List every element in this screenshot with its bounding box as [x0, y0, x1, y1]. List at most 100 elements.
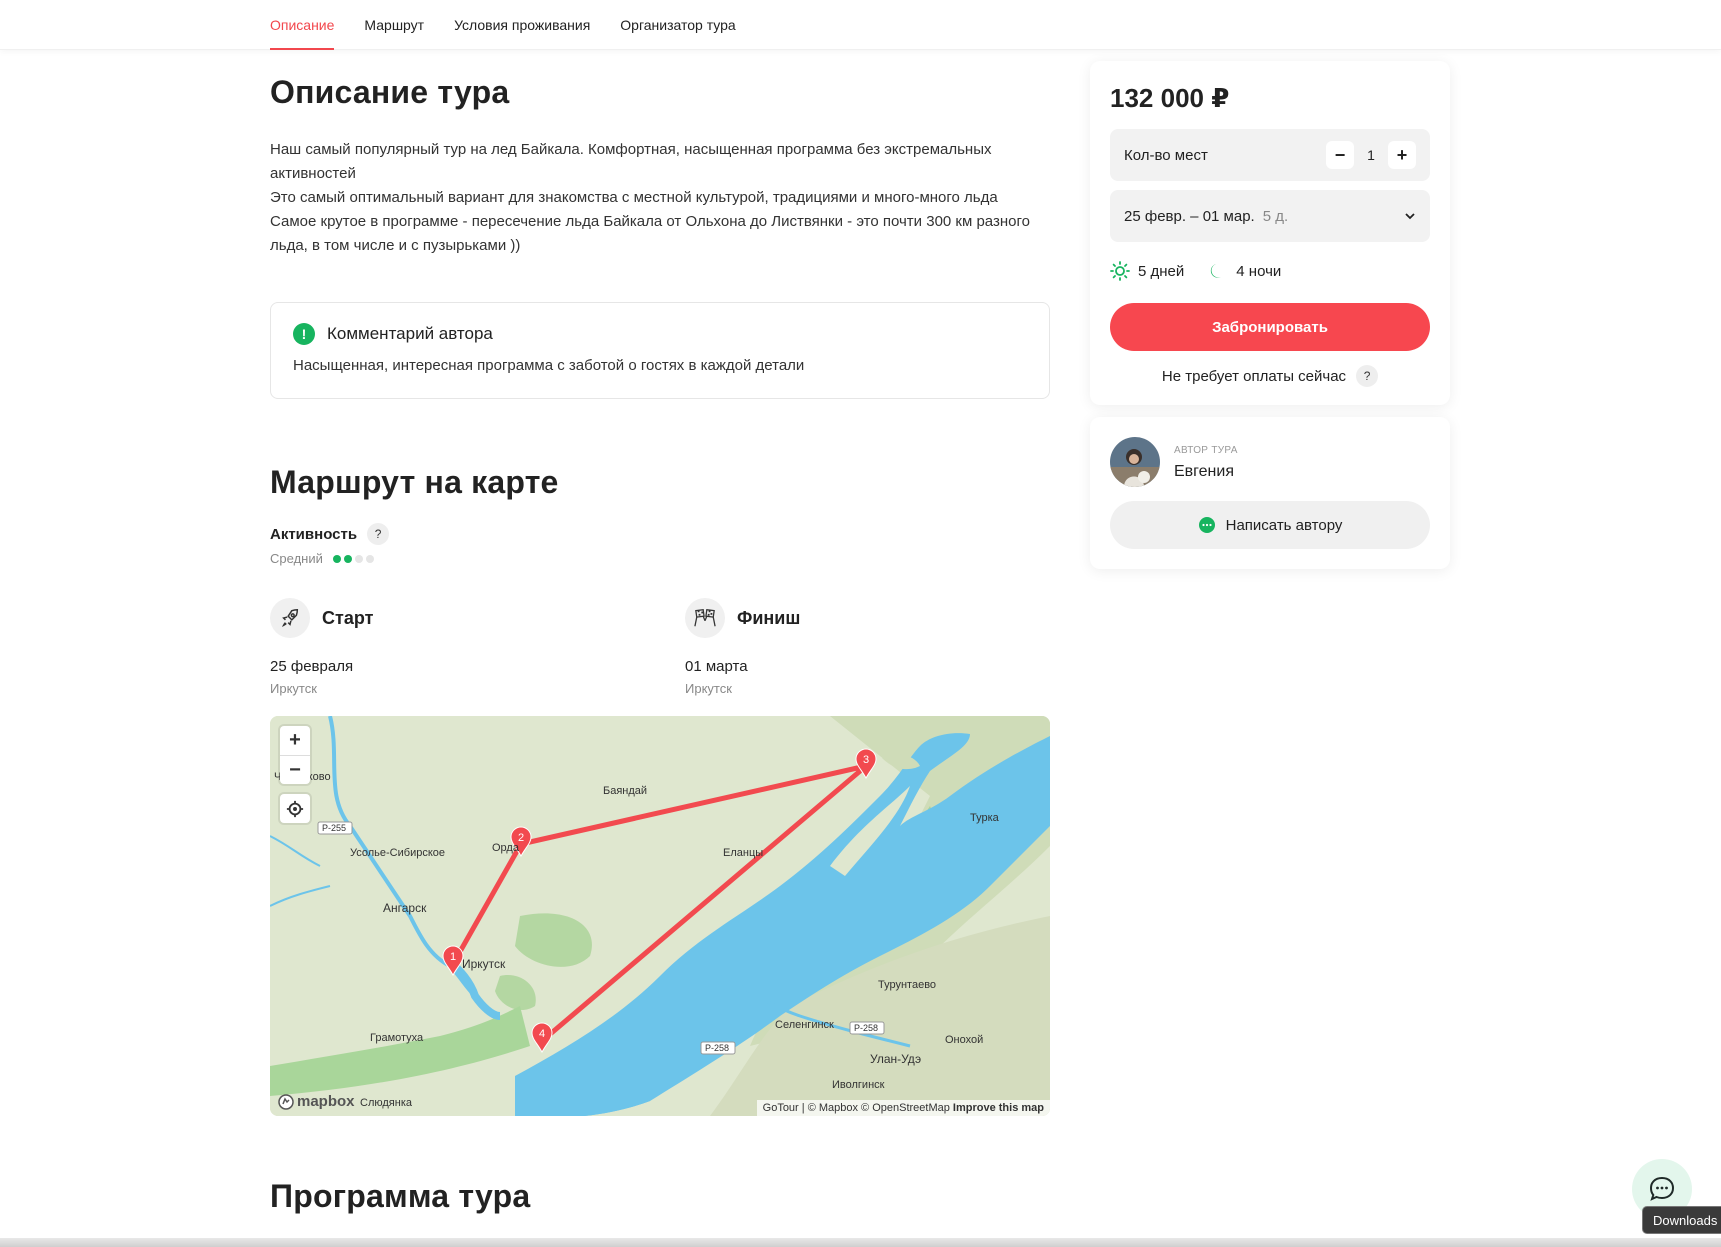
description-title: Описание тура [270, 74, 510, 110]
target-icon [286, 800, 304, 817]
map-label: Усолье-Сибирское [350, 847, 445, 859]
chevron-down-icon [1405, 213, 1415, 220]
mapbox-logo[interactable]: mapbox [278, 1093, 355, 1110]
description-paragraph: Наш самый популярный тур на лед Байкала.… [270, 141, 992, 182]
booking-card: 132 000 ₽ Кол-во мест − 1 + 25 февр. – 0… [1090, 61, 1450, 405]
downloads-tooltip: Downloads [1642, 1206, 1721, 1234]
route-title: Маршрут на карте [270, 464, 559, 500]
no-payment-text: Не требует оплаты сейчас [1161, 367, 1347, 385]
program-title: Программа тура [270, 1178, 531, 1214]
map-label: Орда [492, 842, 520, 854]
map-label: Иркутск [462, 957, 506, 971]
map-label: Ангарск [383, 901, 427, 915]
improve-map-link[interactable]: Improve this map [953, 1102, 1044, 1114]
tab-description[interactable]: Описание [270, 0, 335, 50]
activity-rating [332, 554, 374, 563]
chat-icon [1649, 1176, 1675, 1201]
start-title: Старт [322, 607, 374, 628]
rating-dot [365, 554, 374, 563]
description-text: Наш самый популярный тур на лед Байкала.… [270, 138, 1050, 258]
avatar[interactable] [1110, 437, 1160, 487]
map-label: Онохой [945, 1034, 983, 1046]
map-label: Еланцы [723, 847, 763, 859]
zoom-out-button[interactable]: − [280, 755, 310, 784]
seats-value: 1 [1367, 147, 1375, 163]
message-author-label: Написать автору [1225, 516, 1343, 534]
map-label: Турунтаево [878, 979, 936, 991]
days-count: 5 дней [1138, 262, 1185, 280]
road-badge: Р-258 [705, 1043, 729, 1053]
mapbox-icon [278, 1093, 294, 1110]
seats-selector: Кол-во мест − 1 + [1110, 129, 1430, 181]
svg-text:3: 3 [863, 754, 869, 766]
avatar-image [1110, 437, 1160, 487]
geolocate-button[interactable] [280, 794, 310, 823]
finish-flags-icon [685, 598, 725, 638]
activity-help-icon[interactable]: ? [367, 523, 390, 545]
author-caption: АВТОР ТУРА [1174, 445, 1238, 456]
author-card: АВТОР ТУРА Евгения Написать автору [1090, 417, 1450, 569]
book-button[interactable]: Забронировать [1110, 303, 1430, 351]
description-paragraph: Самое крутое в программе - пересечение л… [270, 213, 1030, 254]
author-name[interactable]: Евгения [1174, 463, 1234, 481]
description-paragraph: Это самый оптимальный вариант для знаком… [270, 189, 998, 206]
top-navigation: Описание Маршрут Условия проживания Орга… [0, 0, 1721, 50]
rating-dot [332, 554, 341, 563]
map-attribution: GoTour | © Mapbox © OpenStreetMap Improv… [756, 1100, 1050, 1116]
seats-label: Кол-во мест [1124, 146, 1208, 164]
start-date: 25 февраля [270, 658, 354, 675]
map-label: Слюдянка [360, 1097, 413, 1109]
activity-level: Средний [270, 551, 323, 566]
geolocate-control [280, 794, 310, 823]
road-badge: Р-255 [322, 823, 346, 833]
dates-range: 25 февр. – 01 мар. [1124, 207, 1255, 225]
tab-organizer[interactable]: Организатор тура [620, 0, 735, 50]
attribution-gotour-link[interactable]: GoTour [763, 1102, 799, 1114]
route-map[interactable]: 1 2 3 4 Баяндай Турка Усолье-Сибирское Е… [270, 716, 1050, 1116]
seats-increment-button[interactable]: + [1388, 141, 1416, 169]
road-badge: Р-258 [854, 1023, 878, 1033]
seats-decrement-button[interactable]: − [1326, 141, 1354, 169]
rating-dot [343, 554, 352, 563]
finish-city: Иркутск [685, 681, 732, 696]
map-label: Улан-Удэ [870, 1052, 921, 1066]
activity-block: Активность ? Средний [270, 523, 390, 566]
message-author-button[interactable]: Написать автору [1110, 501, 1430, 549]
mapbox-logo-text: mapbox [297, 1093, 355, 1110]
days-nights: 5 дней 4 ночи [1110, 261, 1281, 281]
map-label: Селенгинск [775, 1019, 834, 1031]
start-city: Иркутск [270, 681, 317, 696]
chat-bubble-icon [1198, 517, 1215, 533]
author-comment-text: Насыщенная, интересная программа с забот… [293, 357, 805, 374]
map-label: Турка [970, 812, 1000, 824]
nights-count: 4 ночи [1236, 262, 1282, 280]
no-payment-note: Не требует оплаты сейчас ? [1090, 365, 1450, 387]
zoom-controls: + − [280, 726, 310, 784]
map-label: Грамотуха [370, 1032, 424, 1044]
section-tabs: Описание Маршрут Условия проживания Орга… [270, 0, 736, 50]
rating-dot [354, 554, 363, 563]
sun-icon [1110, 261, 1130, 281]
window-bottom-edge [0, 1238, 1721, 1247]
tab-route[interactable]: Маршрут [364, 0, 424, 50]
activity-label: Активность [270, 525, 358, 543]
svg-text:4: 4 [539, 1028, 545, 1040]
author-comment-header: ! Комментарий автора [293, 323, 1027, 345]
author-comment: ! Комментарий автора Насыщенная, интерес… [270, 302, 1050, 399]
tab-accommodation[interactable]: Условия проживания [454, 0, 590, 50]
finish-block: Финиш 01 марта Иркутск [685, 598, 1045, 696]
author-comment-title: Комментарий автора [327, 324, 493, 343]
start-block: Старт 25 февраля Иркутск [270, 598, 630, 696]
svg-text:1: 1 [450, 951, 456, 963]
zoom-in-button[interactable]: + [280, 726, 310, 755]
finish-date: 01 марта [685, 658, 748, 675]
finish-title: Финиш [737, 607, 801, 628]
exclamation-icon: ! [293, 323, 315, 345]
map-label: Баяндай [603, 785, 647, 797]
attribution-text[interactable]: | © Mapbox © OpenStreetMap [799, 1102, 953, 1114]
dates-select[interactable]: 25 февр. – 01 мар. 5 д. [1110, 190, 1430, 242]
no-payment-help-icon[interactable]: ? [1356, 365, 1379, 387]
moon-icon [1211, 264, 1222, 278]
map-canvas[interactable]: 1 2 3 4 Баяндай Турка Усолье-Сибирское Е… [270, 716, 1050, 1116]
dates-duration: 5 д. [1262, 207, 1289, 225]
